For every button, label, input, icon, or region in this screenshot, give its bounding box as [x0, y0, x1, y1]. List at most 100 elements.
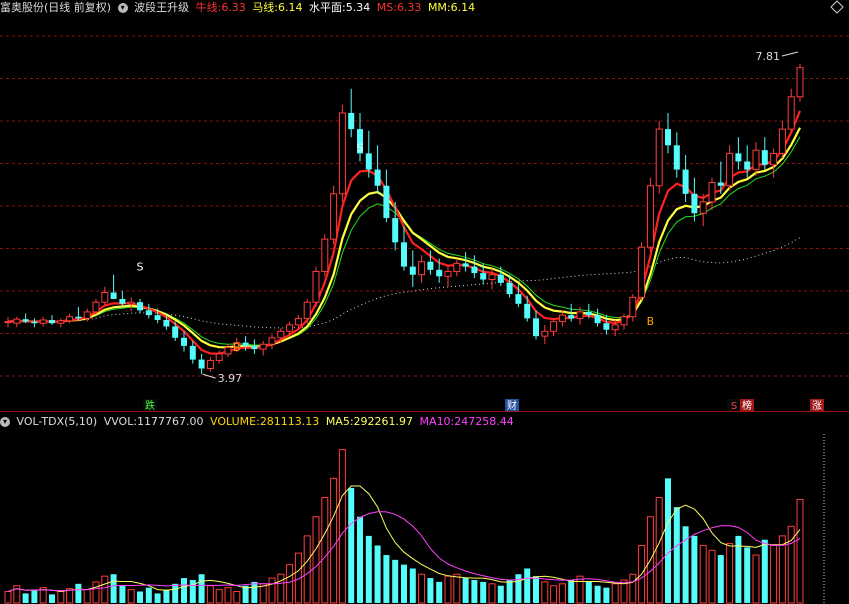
candle[interactable]: [682, 155, 689, 202]
candle[interactable]: [471, 255, 478, 278]
candle[interactable]: [752, 142, 760, 177]
candle[interactable]: [629, 294, 637, 322]
candle[interactable]: [198, 353, 205, 375]
candle[interactable]: [137, 298, 143, 314]
candle-body: [427, 261, 434, 270]
event-s-badge: S: [731, 401, 737, 412]
candle[interactable]: [787, 88, 795, 133]
volume-bar: [497, 585, 504, 603]
candle[interactable]: [533, 310, 539, 340]
candle[interactable]: [119, 290, 126, 308]
candle[interactable]: [418, 255, 426, 283]
candle[interactable]: [655, 121, 663, 194]
candle[interactable]: [259, 341, 267, 356]
candle-body: [471, 266, 478, 274]
candle[interactable]: [31, 318, 38, 328]
candle[interactable]: [75, 307, 82, 320]
candle-body: [682, 169, 689, 194]
candle[interactable]: [735, 137, 742, 170]
candle[interactable]: [251, 339, 258, 354]
volume-bar: [796, 498, 804, 604]
volume-bar: [665, 478, 671, 603]
candle[interactable]: [665, 112, 671, 154]
candle[interactable]: [488, 268, 496, 290]
volume-bar: [453, 573, 461, 604]
volume-bar: [163, 589, 170, 603]
volume-bar: [110, 574, 117, 603]
candle-body: [409, 266, 416, 275]
candle[interactable]: [206, 357, 214, 372]
candle[interactable]: [444, 264, 452, 287]
candle[interactable]: [761, 137, 768, 170]
kline-chart-area[interactable]: 7.813.97SSBB跌财 S 榜涨: [0, 0, 849, 604]
candle[interactable]: [541, 324, 549, 345]
candle[interactable]: [383, 169, 390, 223]
event-die-badge: 跌: [145, 399, 155, 412]
candle-body: [172, 326, 179, 338]
candle-body: [277, 330, 285, 339]
candle-body: [497, 274, 504, 283]
candle[interactable]: [303, 298, 311, 324]
candle-body: [154, 315, 161, 320]
candle-body: [224, 346, 232, 355]
candle-body: [206, 359, 214, 370]
candle[interactable]: [330, 185, 338, 244]
volume-bar: [515, 574, 522, 603]
candle[interactable]: [312, 266, 320, 308]
candle[interactable]: [524, 295, 531, 322]
candle[interactable]: [594, 308, 601, 327]
candle[interactable]: [49, 315, 55, 325]
candle[interactable]: [638, 242, 646, 301]
volume-bar: [119, 585, 126, 603]
candle[interactable]: [691, 177, 698, 222]
candle[interactable]: [4, 316, 12, 328]
candle[interactable]: [348, 88, 355, 138]
candle-body: [101, 291, 109, 303]
volume-bar: [338, 449, 346, 604]
candle[interactable]: [268, 334, 276, 350]
candle-body: [444, 270, 452, 277]
candle[interactable]: [673, 132, 680, 178]
candle-body: [453, 262, 461, 272]
candle[interactable]: [620, 313, 628, 330]
candle-body: [761, 150, 768, 165]
candle[interactable]: [550, 318, 558, 337]
candle[interactable]: [374, 145, 381, 194]
volume-bar: [206, 585, 214, 604]
candle-body: [770, 152, 778, 166]
volume-bar: [427, 578, 434, 603]
diamond-icon[interactable]: [830, 0, 844, 14]
volume-bar: [4, 590, 12, 604]
candle[interactable]: [708, 177, 716, 210]
candle[interactable]: [13, 316, 21, 328]
candle[interactable]: [778, 121, 786, 159]
volume-bar: [83, 589, 91, 604]
volume-bar: [533, 576, 539, 603]
candle[interactable]: [57, 318, 65, 328]
candle[interactable]: [409, 250, 416, 287]
candle[interactable]: [699, 193, 707, 227]
volume-bar: [277, 573, 285, 604]
candle[interactable]: [101, 286, 109, 306]
volume-bar: [365, 535, 372, 603]
candle-body: [787, 96, 795, 130]
candle[interactable]: [338, 104, 346, 202]
event-zhang-badge: 涨: [812, 400, 822, 412]
candle[interactable]: [453, 258, 461, 277]
volume-bar: [682, 526, 689, 603]
candle[interactable]: [646, 177, 654, 253]
candle[interactable]: [321, 234, 329, 277]
sell-signal-label: S: [357, 141, 364, 154]
candle[interactable]: [726, 145, 734, 191]
candle-body: [365, 153, 372, 170]
high-arrow: [781, 51, 799, 57]
candle[interactable]: [110, 274, 117, 299]
low-price-label: 3.97: [218, 372, 243, 385]
candle[interactable]: [145, 303, 152, 319]
volume-bar: [101, 575, 109, 604]
candle[interactable]: [796, 63, 804, 102]
volume-bar: [726, 543, 734, 604]
volume-bar: [558, 583, 566, 604]
candle[interactable]: [39, 316, 47, 327]
candle[interactable]: [127, 297, 135, 312]
